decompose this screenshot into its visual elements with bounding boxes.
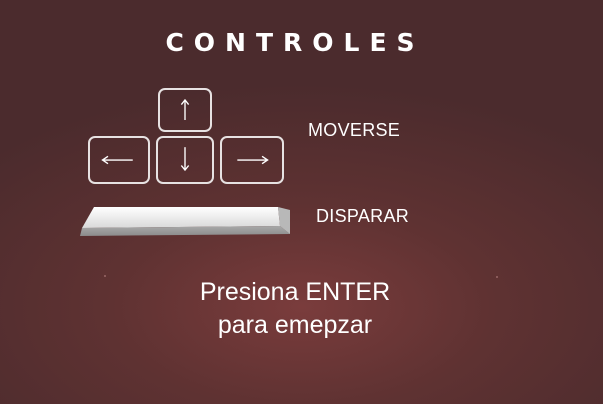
start-prompt: Presiona ENTER para emepzar bbox=[0, 276, 590, 342]
decoration-dot bbox=[496, 276, 498, 278]
start-screen: CONTROLES MOVERSE DISPARAR Presiona ENTE… bbox=[0, 0, 603, 404]
start-prompt-line2: para emepzar bbox=[217, 311, 373, 339]
arrow-right-key bbox=[220, 136, 284, 184]
arrow-left-key bbox=[88, 136, 150, 184]
spacebar-key bbox=[80, 206, 292, 236]
arrow-down-key bbox=[156, 136, 214, 184]
move-label: MOVERSE bbox=[308, 120, 401, 140]
arrow-right-icon bbox=[237, 155, 269, 165]
arrow-down-icon bbox=[180, 147, 190, 172]
decoration-dot bbox=[104, 275, 106, 277]
arrow-up-icon bbox=[180, 98, 190, 120]
shoot-label: DISPARAR bbox=[316, 206, 410, 226]
spacebar-icon bbox=[80, 207, 290, 236]
start-prompt-line1: Presiona ENTER bbox=[199, 278, 391, 306]
arrow-left-icon bbox=[101, 155, 133, 165]
page-title: CONTROLES bbox=[165, 28, 425, 57]
arrow-up-key bbox=[158, 88, 212, 132]
